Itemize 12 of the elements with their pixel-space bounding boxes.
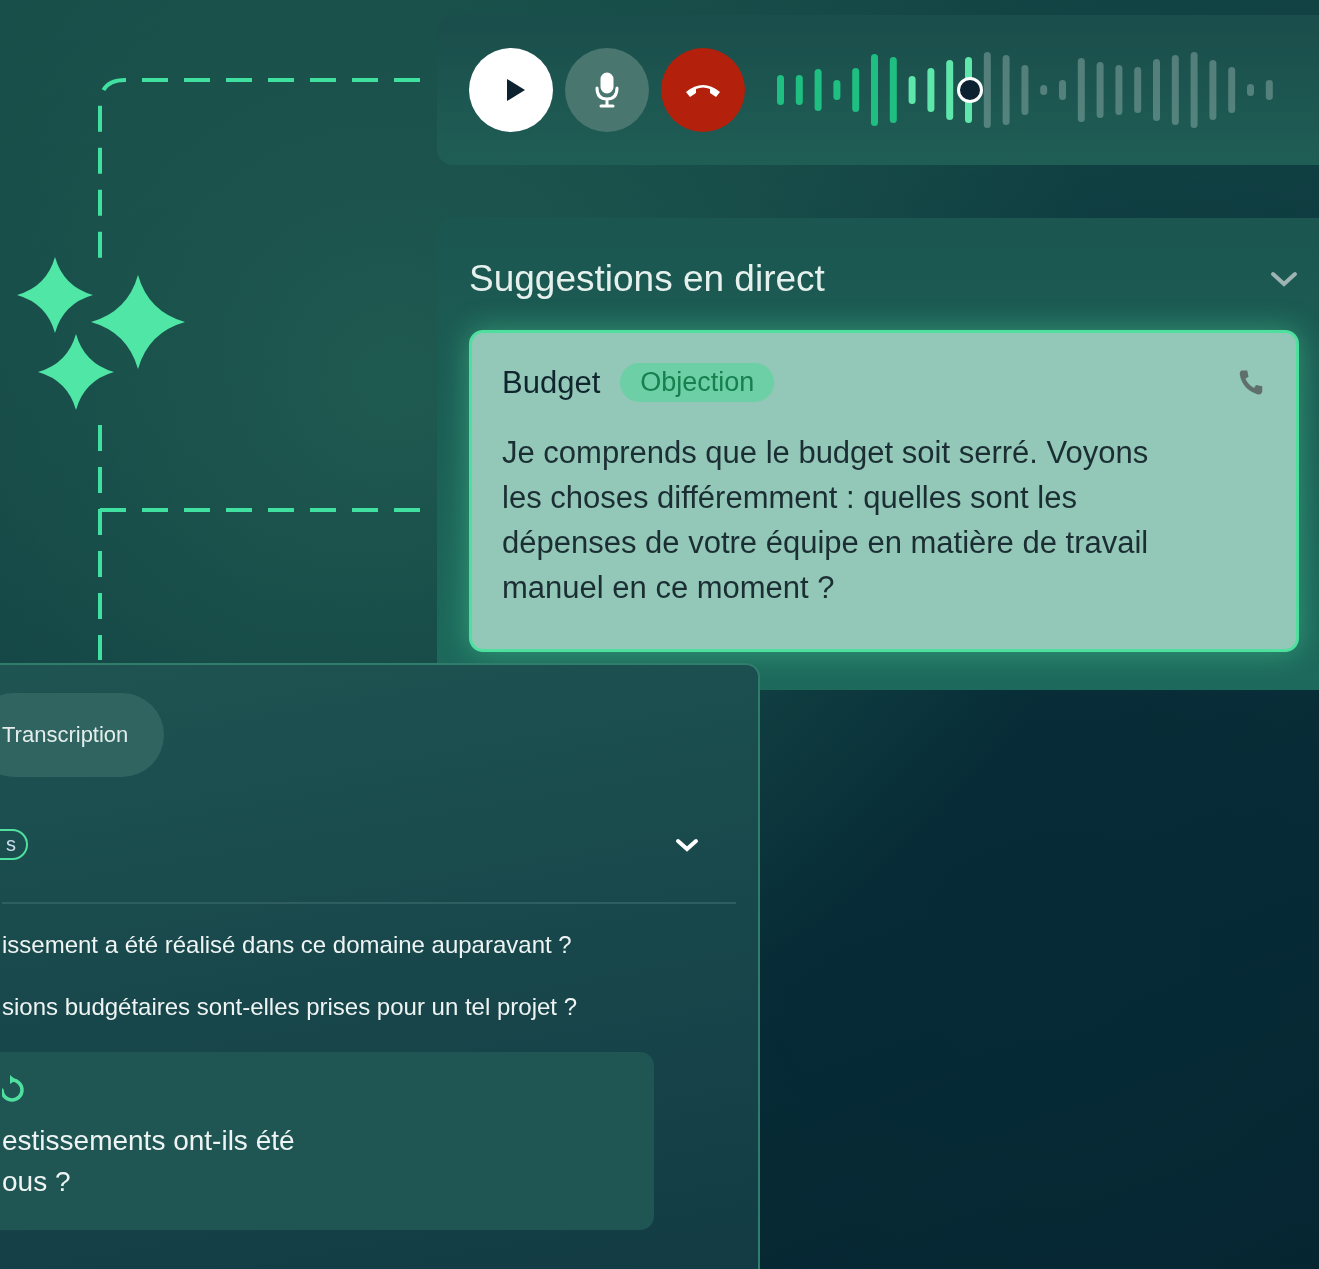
refresh-icon[interactable] bbox=[2, 1072, 26, 1102]
category-tag: Objection bbox=[620, 363, 775, 402]
question-text: estissements ont-ils été ous ? bbox=[2, 1124, 296, 1199]
playhead-handle[interactable] bbox=[957, 77, 984, 103]
chevron-down-icon[interactable] bbox=[674, 836, 700, 853]
topic-tag: s bbox=[0, 829, 28, 860]
question-text: issement a été réalisé dans ce domaine auparavant ? bbox=[2, 930, 573, 960]
panel-title: Suggestions en direct bbox=[469, 258, 825, 300]
transcription-tab[interactable]: Transcription bbox=[0, 693, 165, 777]
suggestion-text: Je comprends que le budget soit serré. Voyons les choses différemment : quelles sont les dépenses de votre équipe en matière de travail manuel en ce moment ? bbox=[502, 434, 1150, 607]
question-text: sions budgétaires sont-elles prises pour un tel projet ? bbox=[2, 992, 578, 1022]
card-title: Budget bbox=[502, 364, 601, 401]
